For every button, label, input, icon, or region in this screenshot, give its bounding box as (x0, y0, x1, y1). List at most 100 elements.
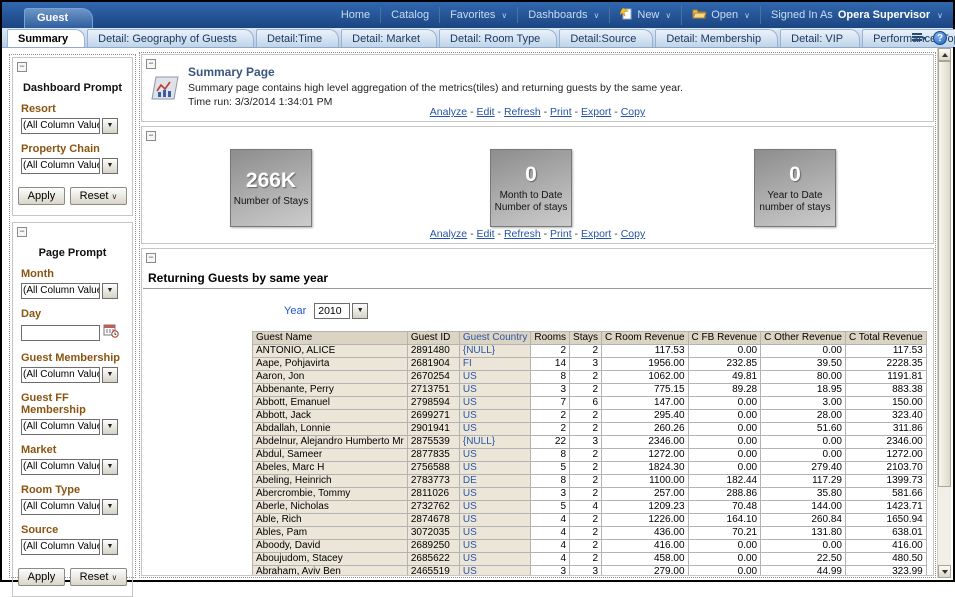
day-input[interactable] (21, 325, 100, 341)
kpi-tile-month-to-date-number-of-stays[interactable]: 0Month to Date Number of stays (490, 149, 572, 227)
cell-guest-name: Abbott, Jack (253, 410, 408, 423)
chevron-down-icon: ∨ (744, 11, 750, 20)
nav-item-catalog[interactable]: Catalog (381, 7, 440, 23)
help-icon[interactable]: ? (933, 31, 947, 45)
column-header-rooms[interactable]: Rooms (531, 332, 570, 345)
scrollbar-thumb[interactable] (938, 61, 951, 487)
cell-rooms: 14 (531, 358, 570, 371)
cell-rooms: 22 (531, 436, 570, 449)
column-header-c-room-revenue[interactable]: C Room Revenue (602, 332, 688, 345)
cell-c-other-revenue: 80.00 (761, 371, 846, 384)
month-select[interactable]: (All Column Value (21, 283, 100, 299)
vertical-scrollbar[interactable] (937, 48, 951, 578)
link-analyze[interactable]: Analyze (430, 228, 467, 240)
nav-item-open[interactable]: Open∨ (682, 6, 761, 24)
link-print[interactable]: Print (550, 228, 572, 240)
tab-detail-room-type[interactable]: Detail: Room Type (439, 29, 557, 47)
cell-c-other-revenue: 28.00 (761, 410, 846, 423)
dashboard-tab-guest[interactable]: Guest (24, 8, 93, 28)
cell-guest-country: US (459, 371, 530, 384)
link-edit[interactable]: Edit (477, 106, 495, 118)
guest-ff-membership-select[interactable]: (All Column Value (21, 419, 100, 435)
dropdown-arrow-icon[interactable]: ▼ (102, 499, 118, 515)
nav-item-dashboards[interactable]: Dashboards∨ (518, 7, 610, 23)
source-select[interactable]: (All Column Value (21, 539, 100, 555)
cell-c-fb-revenue: 0.00 (688, 423, 761, 436)
cell-stays: 2 (570, 384, 602, 397)
dropdown-arrow-icon[interactable]: ▼ (102, 158, 118, 174)
tab-summary[interactable]: Summary (7, 29, 85, 47)
column-header-c-other-revenue[interactable]: C Other Revenue (761, 332, 846, 345)
cell-c-fb-revenue: 0.00 (688, 449, 761, 462)
dropdown-arrow-icon[interactable]: ▼ (102, 539, 118, 555)
calendar-icon[interactable] (103, 323, 119, 343)
link-refresh[interactable]: Refresh (504, 228, 541, 240)
tab-detail-time[interactable]: Detail:Time (256, 29, 339, 47)
column-header-stays[interactable]: Stays (570, 332, 602, 345)
page-options-icon[interactable] (912, 32, 926, 44)
tile-label: Month to Date Number of stays (491, 190, 571, 214)
link-edit[interactable]: Edit (477, 228, 495, 240)
cell-guest-name: Abercrombie, Tommy (253, 488, 408, 501)
dropdown-arrow-icon[interactable]: ▼ (102, 419, 118, 435)
column-header-c-total-revenue[interactable]: C Total Revenue (845, 332, 926, 345)
link-export[interactable]: Export (581, 228, 611, 240)
kpi-tile-number-of-stays[interactable]: 266KNumber of Stays (230, 149, 312, 227)
nav-item-new[interactable]: New∨ (610, 5, 682, 25)
tab-detail-market[interactable]: Detail: Market (341, 29, 437, 47)
reset-button[interactable]: Reset ∨ (70, 568, 128, 586)
tile-label: Year to Date number of stays (755, 190, 835, 214)
cell-c-fb-revenue: 232.85 (688, 358, 761, 371)
column-header-guest-country[interactable]: Guest Country (459, 332, 530, 345)
cell-c-fb-revenue: 70.21 (688, 527, 761, 540)
cell-c-room-revenue: 1100.00 (602, 475, 688, 488)
tab-detail-geography-of-guests[interactable]: Detail: Geography of Guests (87, 29, 254, 47)
scroll-up-icon[interactable] (938, 48, 951, 61)
year-select[interactable]: 2010 (314, 303, 350, 319)
link-export[interactable]: Export (581, 106, 611, 118)
nav-item-home[interactable]: Home (331, 7, 381, 23)
cell-c-total-revenue: 2228.35 (845, 358, 926, 371)
apply-button[interactable]: Apply (18, 187, 66, 205)
report-links: Analyze - Edit - Refresh - Print - Expor… (142, 228, 933, 240)
dropdown-arrow-icon[interactable]: ▼ (102, 459, 118, 475)
resort-select[interactable]: (All Column Value (21, 118, 100, 134)
prompts-sidebar: − Dashboard Prompt Resort(All Column Val… (9, 54, 136, 578)
link-copy[interactable]: Copy (621, 106, 646, 118)
tab-detail-vip[interactable]: Detail: VIP (780, 29, 860, 47)
link-refresh[interactable]: Refresh (504, 106, 541, 118)
scroll-down-icon[interactable] (938, 565, 951, 578)
prompt-label: Guest Membership (21, 352, 128, 364)
guest-membership-select[interactable]: (All Column Value (21, 367, 100, 383)
apply-button[interactable]: Apply (18, 568, 66, 586)
collapse-icon[interactable]: − (146, 253, 156, 263)
returning-guests-section: − Returning Guests by same year Year 201… (141, 248, 934, 576)
table-row: Aberle, Nicholas2732762US541209.2370.481… (253, 501, 927, 514)
room-type-select[interactable]: (All Column Value (21, 499, 100, 515)
tab-detail-membership[interactable]: Detail: Membership (655, 29, 778, 47)
dropdown-arrow-icon[interactable]: ▼ (102, 283, 118, 299)
cell-guest-id: 2783773 (407, 475, 459, 488)
year-select-arrow-icon[interactable]: ▼ (352, 303, 368, 319)
cell-c-other-revenue: 3.00 (761, 397, 846, 410)
dropdown-arrow-icon[interactable]: ▼ (102, 367, 118, 383)
dropdown-arrow-icon[interactable]: ▼ (102, 118, 118, 134)
column-header-guest-id[interactable]: Guest ID (407, 332, 459, 345)
market-select[interactable]: (All Column Value (21, 459, 100, 475)
link-analyze[interactable]: Analyze (430, 106, 467, 118)
collapse-icon[interactable]: − (17, 62, 27, 72)
reset-button[interactable]: Reset ∨ (70, 187, 128, 205)
link-copy[interactable]: Copy (621, 228, 646, 240)
kpi-tile-year-to-date-number-of-stays[interactable]: 0Year to Date number of stays (754, 149, 836, 227)
column-header-c-fb-revenue[interactable]: C FB Revenue (688, 332, 761, 345)
tab-detail-source[interactable]: Detail:Source (559, 29, 653, 47)
column-header-guest-name[interactable]: Guest Name (253, 332, 408, 345)
property-chain-select[interactable]: (All Column Value (21, 158, 100, 174)
collapse-icon[interactable]: − (17, 227, 27, 237)
collapse-icon[interactable]: − (146, 131, 156, 141)
user-name[interactable]: Opera Supervisor (838, 9, 930, 21)
cell-c-room-revenue: 1824.30 (602, 462, 688, 475)
prompt-label: Property Chain (21, 143, 128, 155)
nav-item-favorites[interactable]: Favorites∨ (440, 7, 518, 23)
link-print[interactable]: Print (550, 106, 572, 118)
